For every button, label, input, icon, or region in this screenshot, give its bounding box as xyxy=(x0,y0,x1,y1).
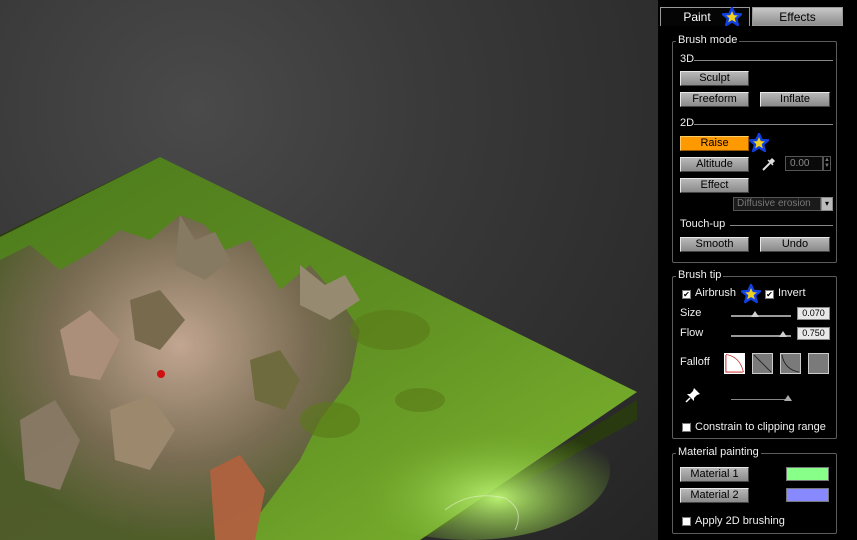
constrain-label: Constrain to clipping range xyxy=(695,421,826,433)
falloff-flat-icon[interactable] xyxy=(808,353,829,374)
spinner-arrows-icon[interactable]: ▲ ▼ xyxy=(823,156,831,171)
pin-slider[interactable] xyxy=(731,399,791,400)
falloff-smooth-curve-icon[interactable] xyxy=(724,353,745,374)
freeform-button[interactable]: Freeform xyxy=(680,92,749,107)
section-touchup-divider xyxy=(730,225,833,226)
apply2d-checkbox[interactable] xyxy=(682,517,691,526)
section-3d-label: 3D xyxy=(680,53,695,65)
pin-icon[interactable] xyxy=(685,387,701,403)
invert-label: Invert xyxy=(778,287,806,299)
flow-label: Flow xyxy=(680,327,704,339)
material1-button[interactable]: Material 1 xyxy=(680,467,749,482)
falloff-sharp-curve-icon[interactable] xyxy=(780,353,801,374)
terrain-viewport[interactable] xyxy=(0,0,658,540)
falloff-linear-icon[interactable] xyxy=(752,353,773,374)
section-2d-label: 2D xyxy=(680,117,695,129)
material2-color-swatch[interactable] xyxy=(786,488,829,502)
apply2d-label: Apply 2D brushing xyxy=(695,515,785,527)
tab-effects[interactable]: Effects xyxy=(752,7,843,26)
star-marker-icon xyxy=(749,133,769,153)
star-marker-icon xyxy=(722,7,742,27)
altitude-value-field[interactable]: 0.00 xyxy=(785,156,823,171)
falloff-label: Falloff xyxy=(680,356,710,368)
inflate-button[interactable]: Inflate xyxy=(760,92,830,107)
airbrush-checkbox[interactable]: ✔ xyxy=(682,290,691,299)
star-marker-icon xyxy=(741,284,761,304)
flow-slider-thumb[interactable] xyxy=(779,331,787,337)
section-touchup-label: Touch-up xyxy=(680,218,726,230)
flow-value-field[interactable]: 0.750 xyxy=(797,327,830,340)
invert-checkbox[interactable]: ✔ xyxy=(765,290,774,299)
brush-mode-title: Brush mode xyxy=(676,34,740,46)
side-panel: Paint Effects Brush mode 3D Sculpt Freef… xyxy=(658,0,857,540)
size-label: Size xyxy=(680,307,702,319)
checkmark-icon: ✔ xyxy=(683,290,690,299)
constrain-checkbox[interactable] xyxy=(682,423,691,432)
size-slider-thumb[interactable] xyxy=(751,311,759,317)
effect-select[interactable]: Diffusive erosion xyxy=(733,197,821,211)
dropdown-arrow-icon[interactable]: ▾ xyxy=(821,197,833,211)
size-slider[interactable] xyxy=(731,315,791,317)
material-painting-title: Material painting xyxy=(676,446,761,458)
size-value-field[interactable]: 0.070 xyxy=(797,307,830,320)
smooth-button[interactable]: Smooth xyxy=(680,237,749,252)
section-2d-divider xyxy=(694,124,833,125)
material1-color-swatch[interactable] xyxy=(786,467,829,481)
tab-effects-label: Effects xyxy=(779,10,816,24)
pin-slider-thumb[interactable] xyxy=(784,395,792,401)
eyedropper-icon[interactable] xyxy=(761,156,777,172)
tab-paint-label: Paint xyxy=(683,10,711,24)
effect-button[interactable]: Effect xyxy=(680,178,749,193)
sculpt-button[interactable]: Sculpt xyxy=(680,71,749,86)
altitude-button[interactable]: Altitude xyxy=(680,157,749,172)
terrain-render xyxy=(0,157,637,540)
section-3d-divider xyxy=(694,60,833,61)
airbrush-label: Airbrush xyxy=(695,287,736,299)
raise-button[interactable]: Raise xyxy=(680,136,749,151)
brush-tip-title: Brush tip xyxy=(676,269,724,281)
undo-button[interactable]: Undo xyxy=(760,237,830,252)
checkmark-icon: ✔ xyxy=(766,290,773,299)
material2-button[interactable]: Material 2 xyxy=(680,488,749,503)
